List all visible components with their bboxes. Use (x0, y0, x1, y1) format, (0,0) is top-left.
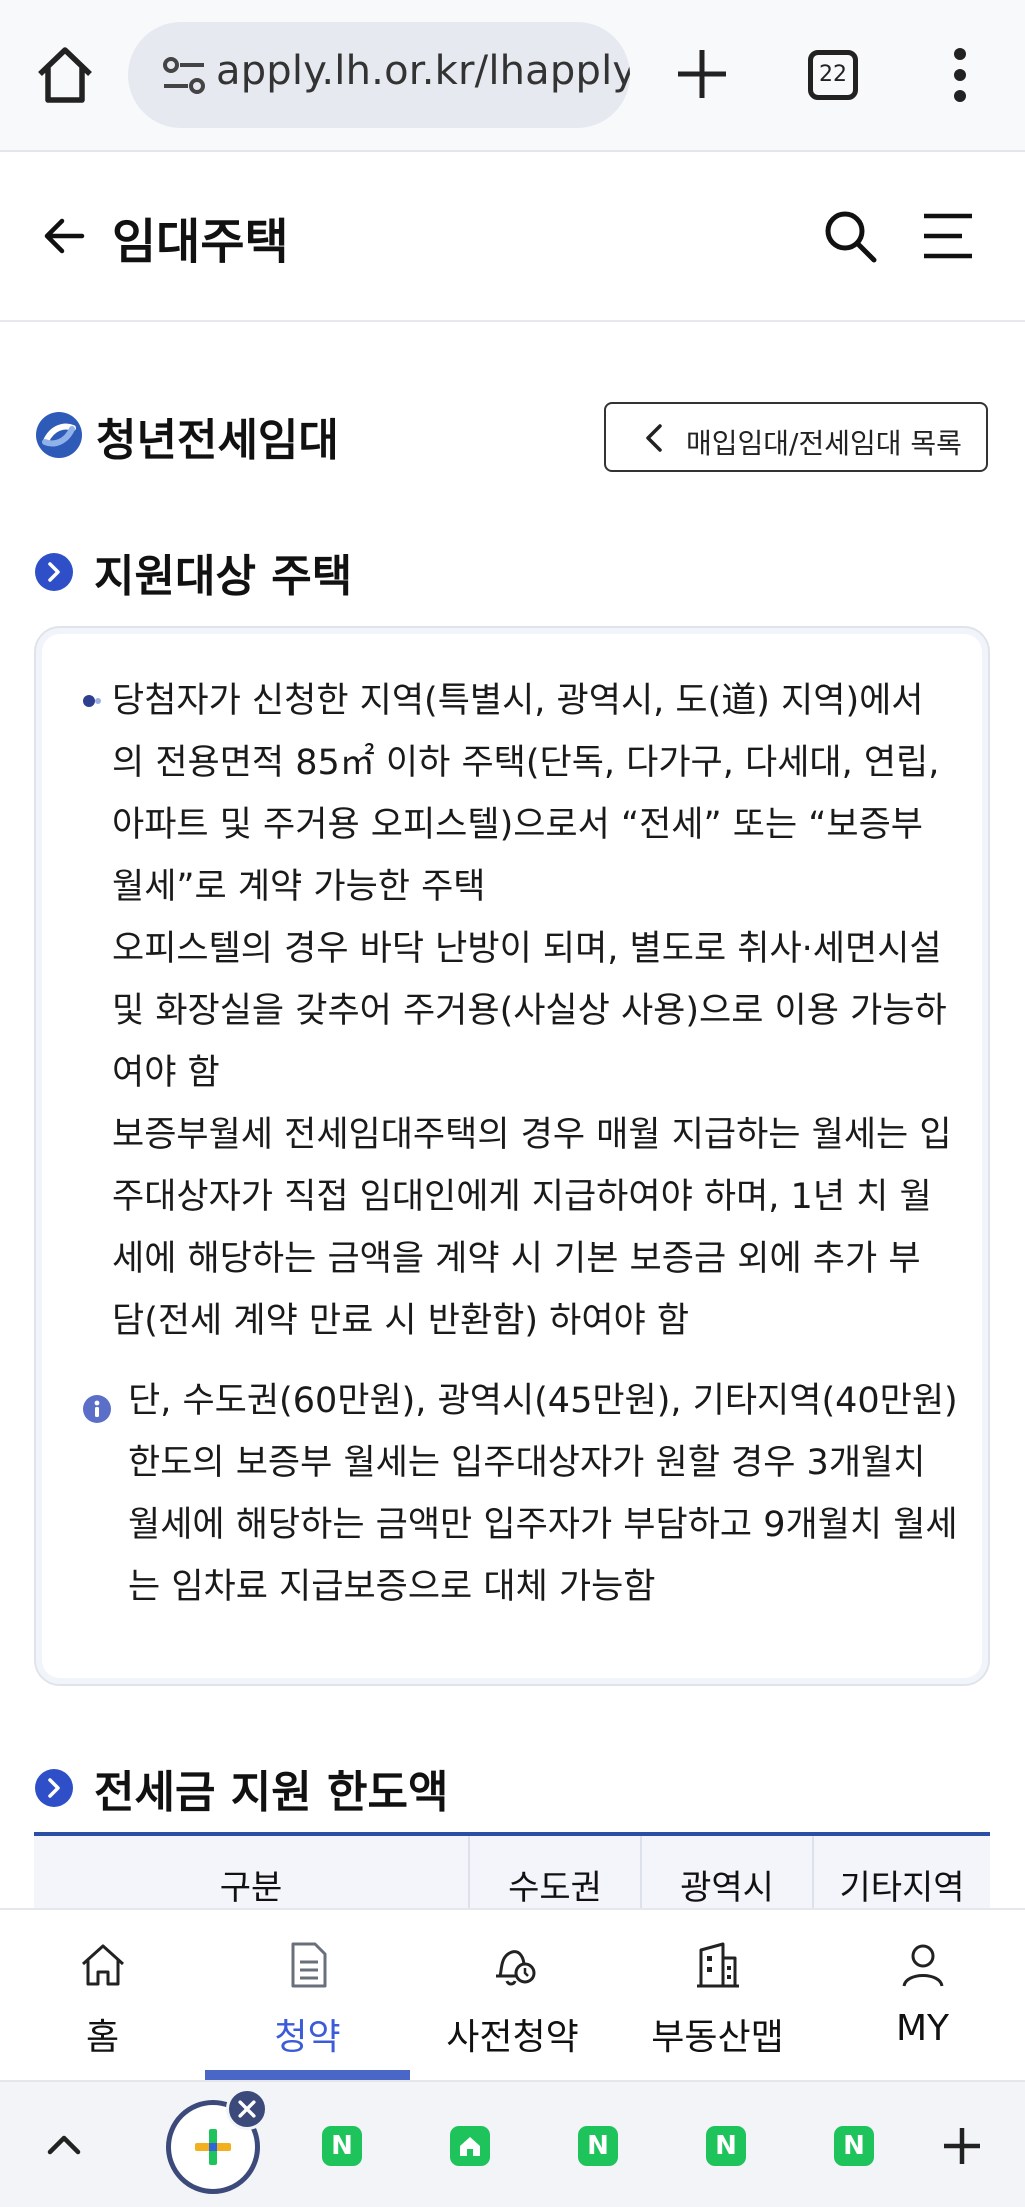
naver-real-estate-tab-icon[interactable] (450, 2126, 490, 2166)
browser-top-bar: apply.lh.or.kr/lhapplyweb 22 (0, 0, 1025, 152)
limit-table-header: 구분 수도권 광역시 기타지역 (34, 1832, 990, 1912)
bell-clock-icon (496, 1950, 536, 1986)
plus-icon[interactable] (940, 2124, 984, 2168)
more-vert-icon[interactable] (940, 40, 980, 110)
nav-item-home[interactable]: 홈 (0, 1910, 205, 2082)
chevron-circle-icon (35, 1769, 73, 1807)
info-icon (83, 1395, 111, 1423)
nav-item-subscription[interactable]: 청약 (205, 1910, 410, 2082)
house-icon (460, 2137, 480, 2156)
bottom-navigation: 홈 청약 사전청약 부동산맵 MY (0, 1908, 1025, 2082)
naver-tab-icon[interactable]: N (322, 2126, 362, 2166)
limit-heading: 전세금 지원 한도액 (34, 1756, 934, 1820)
url-text: apply.lh.or.kr/lhapplyweb (216, 48, 630, 94)
paragraph-2: 오피스텔의 경우 바닥 난방이 되며, 별도로 취사·세면시설 및 화장실을 갖… (112, 929, 947, 1093)
app-header: 임대주택 (0, 152, 1025, 322)
limit-heading-text: 전세금 지원 한도액 (94, 1767, 449, 1818)
bullet-icon (83, 695, 101, 707)
nav-label: 사전청약 (446, 2017, 579, 2058)
nav-label: 홈 (85, 2017, 120, 2058)
section-title-row: 청년전세임대 매입임대/전세임대 목록 (34, 400, 994, 480)
table-header-cell: 수도권 (470, 1836, 642, 1912)
person-icon (902, 1944, 944, 1987)
list-button-label: 매입임대/전세임대 목록 (686, 427, 962, 460)
browser-bottom-toolbar: N N N N (0, 2080, 1025, 2207)
building-icon (697, 1942, 739, 1988)
site-settings-icon[interactable] (162, 56, 206, 96)
list-back-button[interactable]: 매입임대/전세임대 목록 (604, 402, 988, 472)
hamburger-menu-icon[interactable] (920, 206, 976, 266)
support-house-card: 당첨자가 신청한 지역(특별시, 광역시, 도(道) 지역)에서의 전용면적 8… (34, 626, 990, 1686)
paragraph-3: 보증부월세 전세임대주택의 경우 매월 지급하는 월세는 입주대상자가 직접 임… (112, 1115, 952, 1341)
nav-item-real-estate-map[interactable]: 부동산맵 (615, 1910, 820, 2082)
nav-label: 청약 (274, 2017, 341, 2058)
section-title: 청년전세임대 (96, 415, 339, 466)
home-icon[interactable] (30, 40, 100, 110)
new-tab-plus-icon[interactable] (670, 42, 734, 106)
naver-tab-icon[interactable]: N (578, 2126, 618, 2166)
nav-label: 부동산맵 (651, 2017, 784, 2058)
close-icon[interactable] (226, 2088, 268, 2130)
support-house-text: 당첨자가 신청한 지역(특별시, 광역시, 도(道) 지역)에서의 전용면적 8… (112, 670, 952, 1352)
nav-item-my[interactable]: MY (820, 1910, 1025, 2082)
naver-tab-icon[interactable]: N (706, 2126, 746, 2166)
colored-plus-icon (195, 2129, 231, 2165)
document-icon (291, 1942, 327, 1988)
table-header-cell: 광역시 (642, 1836, 814, 1912)
support-house-heading: 지원대상 주택 (34, 540, 934, 604)
address-bar[interactable]: apply.lh.or.kr/lhapplyweb (128, 22, 630, 128)
table-header-cell: 기타지역 (839, 1868, 965, 1908)
search-icon[interactable] (820, 206, 880, 266)
chevron-left-icon (646, 424, 662, 452)
nav-item-pre-subscription[interactable]: 사전청약 (410, 1910, 615, 2082)
home-icon (81, 1944, 125, 1986)
naver-tab-icon[interactable]: N (834, 2126, 874, 2166)
support-house-note: 단, 수도권(60만원), 광역시(45만원), 기타지역(40만원) 한도의 … (128, 1381, 958, 1607)
back-arrow-icon[interactable] (36, 208, 92, 264)
nav-label: MY (895, 2008, 950, 2049)
tab-switcher-button[interactable]: 22 (808, 50, 858, 100)
paragraph-1: 당첨자가 신청한 지역(특별시, 광역시, 도(道) 지역)에서의 전용면적 8… (112, 681, 940, 907)
page-title: 임대주택 (112, 214, 289, 270)
chevron-up-icon[interactable] (42, 2124, 86, 2164)
lh-logo-icon (36, 412, 82, 458)
support-house-heading-text: 지원대상 주택 (94, 551, 353, 602)
chevron-circle-icon (35, 553, 73, 591)
table-header-cell: 구분 (34, 1836, 470, 1912)
